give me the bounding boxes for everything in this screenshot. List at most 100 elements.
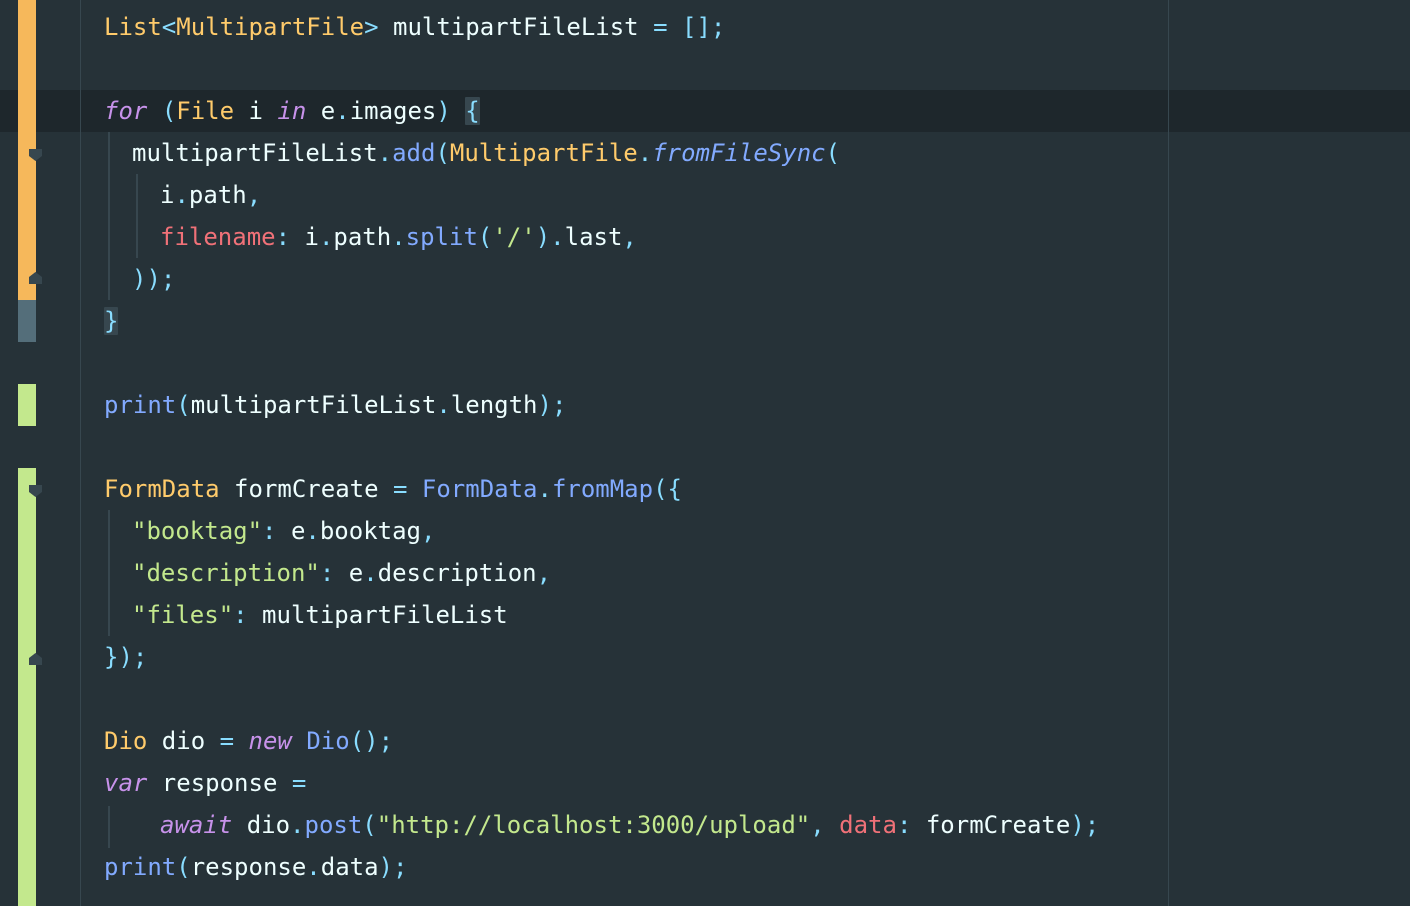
code-line-13[interactable]: }); <box>104 636 147 678</box>
operator-token: = <box>392 475 408 503</box>
punctuation-token: , <box>246 181 262 209</box>
change-marker-added[interactable] <box>18 468 36 906</box>
code-line-5[interactable]: filename: i.path.split('/').last, <box>160 216 637 258</box>
code-line-8[interactable]: print(multipartFileList.length); <box>104 384 566 426</box>
punctuation-token: . <box>537 475 552 503</box>
punctuation-token: : <box>262 517 277 545</box>
fold-start-icon[interactable] <box>29 149 42 161</box>
punctuation-token: . <box>318 223 334 251</box>
string-token: "http://localhost:3000/upload" <box>376 811 811 839</box>
code-editor[interactable]: List<MultipartFile> multipartFileList = … <box>0 0 1410 906</box>
type-token: MultipartFile <box>449 139 638 167</box>
operator-token: = <box>653 13 668 41</box>
function-token: print <box>104 853 177 881</box>
code-line-2[interactable]: for (File i in e.images) { <box>104 90 480 132</box>
code-line-15[interactable]: var response = <box>104 762 306 804</box>
change-marker-added[interactable] <box>18 384 36 426</box>
fold-end-icon[interactable] <box>29 653 42 665</box>
identifier-token: i <box>234 97 278 125</box>
punctuation-token: ( <box>161 97 177 125</box>
punctuation-token: : <box>233 601 248 629</box>
identifier-token: e <box>276 517 306 545</box>
type-token: List <box>104 13 162 41</box>
change-marker-deleted[interactable] <box>18 300 36 342</box>
punctuation-token: , <box>622 223 637 251</box>
punctuation-token: . <box>305 517 320 545</box>
code-line-17[interactable]: print(response.data); <box>104 846 407 888</box>
keyword-token: for <box>104 97 148 125</box>
punctuation-token: . <box>550 223 565 251</box>
indent-guide <box>108 132 110 300</box>
keyword-token: await <box>160 811 233 839</box>
punctuation-token: )); <box>132 265 176 293</box>
function-token: post <box>304 811 363 839</box>
identifier-token: description <box>377 559 537 587</box>
punctuation-token: . <box>335 97 350 125</box>
punctuation-token: }); <box>104 643 148 671</box>
identifier-token: formCreate <box>911 811 1071 839</box>
identifier-token: data <box>320 853 379 881</box>
code-line-10[interactable]: "booktag": e.booktag, <box>132 510 435 552</box>
code-line-11[interactable]: "description": e.description, <box>132 552 551 594</box>
punctuation-token: , <box>810 811 825 839</box>
identifier-token: multipartFileList <box>247 601 508 629</box>
type-token: FormData <box>104 475 220 503</box>
identifier-token: e <box>334 559 364 587</box>
punctuation-token: < <box>161 13 177 41</box>
code-line-7[interactable]: } <box>104 300 119 342</box>
punctuation-token: ) <box>535 223 551 251</box>
code-line-3[interactable]: multipartFileList.add(MultipartFile.from… <box>132 132 840 174</box>
keyword-token: in <box>277 97 307 125</box>
identifier-token: multipartFileList <box>132 139 378 167</box>
code-line-9[interactable]: FormData formCreate = FormData.fromMap({ <box>104 468 682 510</box>
identifier-token: dio <box>232 811 291 839</box>
indent-guide <box>108 806 110 848</box>
function-token: fromFileSync <box>652 139 826 167</box>
punctuation-token: ( <box>176 853 191 881</box>
fold-end-icon[interactable] <box>29 272 42 284</box>
identifier-token: path <box>188 181 247 209</box>
class-reference-token: Dio <box>306 727 350 755</box>
punctuation-token: (); <box>349 727 394 755</box>
named-parameter-token: filename <box>160 223 276 251</box>
right-margin-guide <box>1168 0 1169 906</box>
punctuation-token: ); <box>378 853 408 881</box>
type-token: File <box>176 97 235 125</box>
operator-token: = <box>291 769 307 797</box>
indent-guide <box>136 174 138 258</box>
keyword-token: new <box>248 727 292 755</box>
code-line-6[interactable]: )); <box>132 258 175 300</box>
punctuation-token: . <box>290 811 305 839</box>
punctuation-token: ( <box>435 139 450 167</box>
punctuation-token: ); <box>1070 811 1100 839</box>
identifier-token: formCreate <box>219 475 393 503</box>
matched-brace: { <box>465 97 480 125</box>
punctuation-token: . <box>174 181 189 209</box>
identifier-token: response <box>190 853 307 881</box>
code-line-1[interactable]: List<MultipartFile> multipartFileList = … <box>104 6 725 48</box>
code-line-16[interactable]: await dio.post("http://localhost:3000/up… <box>160 804 1099 846</box>
identifier-token: e <box>306 97 336 125</box>
fold-start-icon[interactable] <box>29 485 42 497</box>
identifier-token: dio <box>147 727 220 755</box>
punctuation-token: . <box>363 559 378 587</box>
punctuation-token: ({ <box>653 475 682 503</box>
operator-token: = <box>219 727 235 755</box>
code-line-12[interactable]: "files": multipartFileList <box>132 594 508 636</box>
code-line-4[interactable]: i.path, <box>160 174 261 216</box>
string-token: "files" <box>132 601 234 629</box>
punctuation-token: ) <box>436 97 451 125</box>
function-token: split <box>405 223 478 251</box>
code-line-14[interactable]: Dio dio = new Dio(); <box>104 720 393 762</box>
punctuation-token: []; <box>682 13 726 41</box>
identifier-token: last <box>564 223 623 251</box>
identifier-token: length <box>450 391 538 419</box>
identifier-token: i <box>290 223 319 251</box>
identifier-token: multipartFileList <box>190 391 437 419</box>
